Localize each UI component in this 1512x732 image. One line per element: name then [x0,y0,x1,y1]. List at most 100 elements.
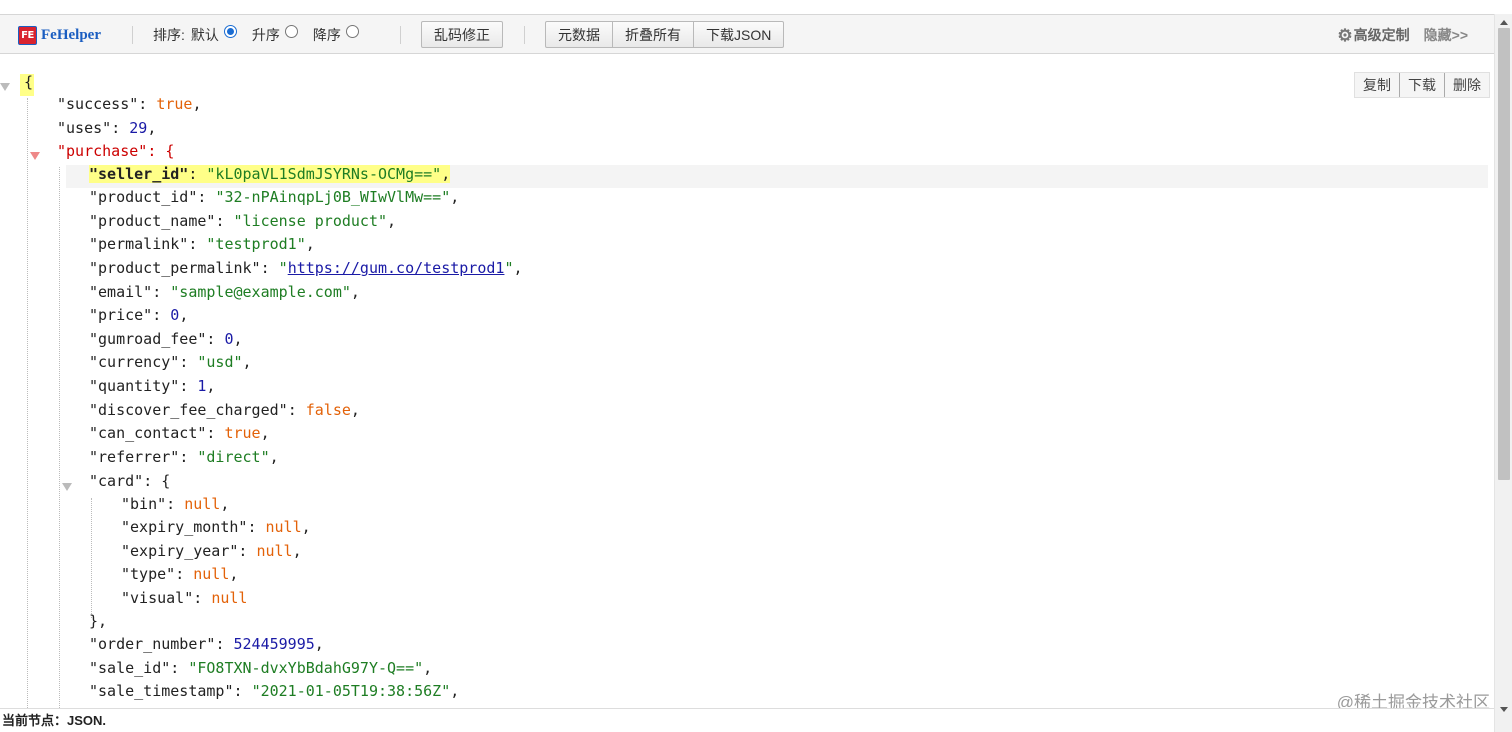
json-line: "product_id": "32-nPAinqpLj0B_WIwVlMw=="… [89,188,460,206]
json-value: "FO8TXN-dvxYbBdahG97Y-Q==" [188,659,424,677]
json-key: "can_contact" [89,424,207,442]
indent-guide [91,498,92,618]
json-key: "purchase" [57,142,148,160]
json-value: null [256,542,293,560]
sort-label: 排序: [153,27,185,43]
scroll-down-icon[interactable] [1500,707,1508,712]
json-line: { [24,73,33,96]
hide-toolbar-link[interactable]: 隐藏>> [1424,25,1468,45]
json-line: "sale_timestamp": "2021-01-05T19:38:56Z"… [89,682,460,700]
delete-button[interactable]: 删除 [1444,73,1489,97]
sort-asc-option[interactable]: 升序 [251,24,298,45]
json-line: "uses": 29, [57,119,157,137]
sort-desc-label: 降序 [312,27,341,43]
json-viewer: 复制 下载 删除 { "success": true, "uses": 29, … [0,54,1494,708]
json-line: "product_name": "license product", [89,212,397,230]
json-line: "discover_fee_charged": false, [89,401,360,419]
json-line: "expiry_year": null, [121,542,302,560]
json-line: "type": null, [121,565,239,583]
json-value: "32-nPAinqpLj0B_WIwVlMw==" [215,188,451,206]
scroll-up-icon[interactable] [1500,20,1508,25]
json-line: }, [89,612,107,635]
download-button[interactable]: 下载 [1399,73,1444,97]
json-value: "direct" [197,448,270,466]
indent-guide [59,167,60,708]
json-actions: 复制 下载 删除 [1354,72,1490,98]
json-line: "currency": "usd", [89,353,252,371]
collapse-card-icon[interactable] [62,483,72,491]
json-key: "referrer" [89,448,180,466]
json-line: "order_number": 524459995, [89,635,324,653]
json-line: "permalink": "testprod1", [89,235,315,253]
json-key: "sale_id" [89,659,171,677]
indent-guide [27,98,28,708]
json-value: 0 [224,330,234,348]
vertical-scrollbar[interactable] [1494,14,1512,732]
json-value: "usd" [197,353,243,371]
scrollbar-thumb[interactable] [1498,28,1510,480]
json-key: "expiry_year" [121,542,239,560]
toolbar-divider [400,26,401,44]
json-value: 0 [170,306,180,324]
json-value: 29 [129,119,148,137]
json-value: true [156,95,193,113]
sort-desc-radio[interactable] [345,24,359,38]
advanced-settings-link[interactable]: 高级定制 [1354,25,1410,45]
sort-desc-option[interactable]: 降序 [312,24,359,45]
json-key: "product_permalink" [89,259,261,277]
collapse-purchase-icon[interactable] [30,152,40,160]
json-key: "card" [89,472,144,490]
json-line: "email": "sample@example.com", [89,283,360,301]
json-key: "currency" [89,353,180,371]
json-value: "license product" [233,212,388,230]
json-line: "bin": null, [121,495,230,513]
toolbar-divider [132,26,133,44]
toolbar-divider [524,26,525,44]
json-line: "purchase": { [57,142,175,160]
json-value: null [265,518,302,536]
json-line: "can_contact": true, [89,424,270,442]
product-permalink-link[interactable]: https://gum.co/testprod1 [288,259,505,277]
sort-asc-label: 升序 [251,27,280,43]
json-key: "success" [57,95,139,113]
json-value: null [211,589,248,607]
collapse-root-icon[interactable] [0,83,10,91]
json-key: "seller_id" [89,165,189,183]
json-key: "product_name" [89,212,216,230]
download-json-button[interactable]: 下载JSON [694,21,785,48]
json-key: "permalink" [89,235,189,253]
json-key: "gumroad_fee" [89,330,207,348]
json-key: "order_number" [89,635,216,653]
json-key: "discover_fee_charged" [89,401,288,419]
sort-default-option[interactable]: 默认 [190,24,237,45]
fix-encoding-button[interactable]: 乱码修正 [421,21,503,48]
sort-default-radio[interactable] [223,24,237,38]
json-key: "sale_timestamp" [89,682,234,700]
json-value: "2021-01-05T19:38:56Z" [251,682,451,700]
json-line-selected[interactable]: "seller_id": "kL0paVL1SdmJSYRNs-OCMg==", [89,165,451,188]
json-line: "expiry_month": null, [121,518,311,536]
json-key: "quantity" [89,377,180,395]
json-line: "product_permalink": "https://gum.co/tes… [89,259,523,277]
json-key: "bin" [121,495,167,513]
copy-button[interactable]: 复制 [1355,73,1399,97]
json-value: 1 [197,377,207,395]
metadata-button[interactable]: 元数据 [545,21,613,48]
sort-asc-radio[interactable] [284,24,298,38]
sort-options: 排序: 默认 升序 降序 [153,24,374,46]
json-key: "uses" [57,119,112,137]
json-key: "expiry_month" [121,518,248,536]
json-value: "sample@example.com" [170,283,351,301]
json-value: "testprod1" [206,235,306,253]
json-line: "card": { [89,472,171,490]
fehelper-toolbar: FE FeHelper 排序: 默认 升序 降序 乱码修正 元数据 折叠所有 下… [0,14,1494,54]
collapse-all-button[interactable]: 折叠所有 [613,21,694,48]
json-key: "price" [89,306,153,324]
sort-default-label: 默认 [190,27,219,43]
json-value: "kL0paVL1SdmJSYRNs-OCMg==" [206,165,442,183]
json-value: false [305,401,351,419]
json-line: "gumroad_fee": 0, [89,330,243,348]
json-key: "email" [89,283,153,301]
json-value: null [184,495,221,513]
json-line: "success": true, [57,95,202,113]
